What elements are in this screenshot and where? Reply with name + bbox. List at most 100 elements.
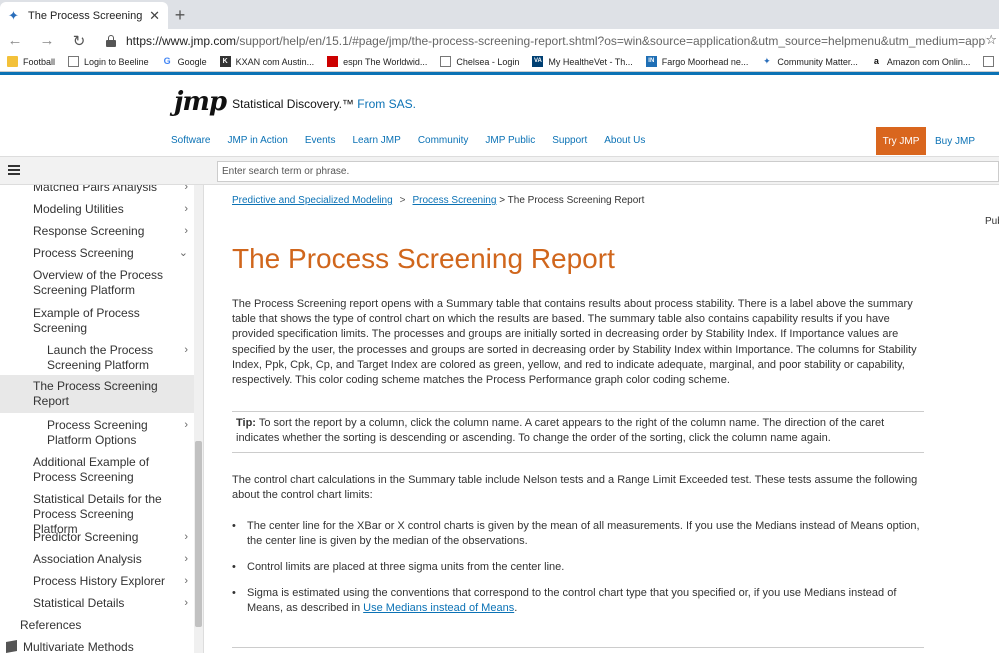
use-medians-link[interactable]: Use Medians instead of Means <box>363 602 514 614</box>
reload-icon[interactable]: ↻ <box>70 32 88 50</box>
intro-paragraph: The Process Screening report opens with … <box>232 298 917 387</box>
close-tab-icon[interactable]: ✕ <box>149 8 160 24</box>
tagline: Statistical Discovery.™ <box>232 97 354 111</box>
bookmark-item[interactable]: Chelsea - Login <box>440 56 519 67</box>
control-chart-paragraph: The control chart calculations in the Su… <box>232 474 918 502</box>
list-item: Control limits are placed at three sigma… <box>232 560 924 575</box>
bookmark-star-icon[interactable]: ☆ <box>985 32 997 48</box>
sidebar-item-label: Launch the Process Screening Platform <box>47 343 154 372</box>
tip-text: To sort the report by a column, click th… <box>236 417 885 445</box>
tab-title: The Process Screening Report <box>28 9 145 22</box>
breadcrumb-link-process-screening[interactable]: Process Screening <box>413 195 497 206</box>
nav-item[interactable]: Software <box>171 135 210 146</box>
main-nav: Software JMP in Action Events Learn JMP Comm… <box>171 135 662 146</box>
sidebar-item-label: Process History Explorer <box>33 574 166 588</box>
sidebar-item[interactable]: Additional Example of Process Screening <box>0 455 194 485</box>
bookmark-item[interactable]: a Amazon com Onlin... <box>871 56 971 67</box>
chevron-right-icon[interactable]: › <box>184 596 188 611</box>
amz-bookmark-icon: a <box>873 56 879 66</box>
sidebar-item-label: References <box>20 618 82 632</box>
nav-item[interactable]: Learn JMP <box>352 135 400 146</box>
bookmark-label: Chelsea - Login <box>456 56 520 67</box>
breadcrumb-current: > The Process Screening Report <box>499 195 645 206</box>
nav-item[interactable]: Support <box>552 135 587 146</box>
breadcrumb-link-predictive[interactable]: Predictive and Specialized Modeling <box>232 195 393 206</box>
sidebar-item[interactable]: The Process Screening Report <box>0 375 194 413</box>
divider <box>232 647 924 648</box>
espn-bookmark-icon <box>327 56 339 67</box>
sidebar-item[interactable]: Association Analysis › <box>0 552 194 567</box>
site-header: jmp Statistical Discovery.™ From SAS. So… <box>0 72 999 156</box>
buy-jmp-link[interactable]: Buy JMP <box>935 136 975 147</box>
sidebar-item[interactable]: References <box>0 618 194 633</box>
search-row <box>0 156 999 185</box>
bookmarks-bar: Football Login to Beeline G Google K KXAN com… <box>0 52 999 72</box>
sidebar-item-label: Multivariate Methods <box>23 640 134 653</box>
bookmark-item[interactable]: IN Fargo Moorhead ne... <box>645 56 748 67</box>
tip-label: Tip: <box>236 417 256 429</box>
chevron-right-icon[interactable]: › <box>184 224 188 239</box>
list-item: Sigma is estimated using the conventions… <box>232 586 924 616</box>
chevron-right-icon[interactable]: › <box>184 552 188 567</box>
chevron-right-icon[interactable]: › <box>184 418 188 433</box>
lock-icon[interactable] <box>106 34 116 47</box>
sidebar-item[interactable]: Launch the Process Screening Platform › <box>0 343 194 373</box>
nav-item[interactable]: JMP in Action <box>227 135 287 146</box>
browser-tab[interactable]: ✦ The Process Screening Report ✕ <box>0 2 168 29</box>
bookmark-label: Community Matter... <box>777 56 858 67</box>
jmp-favicon-icon: ✦ <box>8 7 19 23</box>
forward-arrow-icon[interactable]: → <box>38 32 56 49</box>
list-item: The center line for the XBar or X contro… <box>232 519 924 549</box>
try-jmp-button[interactable]: Try JMP <box>876 127 926 155</box>
sidebar-item-label: Statistical Details for the Process Scre… <box>33 492 162 536</box>
nav-item[interactable]: Community <box>418 135 469 146</box>
bookmark-item[interactable]: Visual Basic Tu <box>983 56 999 67</box>
sidebar-item-label: Example of Process Screening <box>33 306 140 335</box>
nav-item[interactable]: JMP Public <box>485 135 535 146</box>
jmp-bookmark-icon: ✦ <box>763 56 771 66</box>
sidebar-item-label: Modeling Utilities <box>33 202 124 216</box>
chevron-down-icon[interactable]: ⌄ <box>179 246 188 261</box>
breadcrumb: Predictive and Specialized Modeling > Proc… <box>232 195 645 206</box>
back-arrow-icon[interactable]: ← <box>6 32 24 49</box>
sidebar-item[interactable]: Overview of the Process Screening Platfo… <box>0 268 194 298</box>
sidebar-item[interactable]: Example of Process Screening <box>0 306 194 336</box>
sidebar-item[interactable]: Modeling Utilities › <box>0 202 194 217</box>
url-field[interactable]: https://www.jmp.com/support/help/en/15.1… <box>126 34 986 48</box>
hamburger-menu-icon[interactable] <box>8 165 20 175</box>
sidebar-item-label: The Process Screening Report <box>33 379 158 408</box>
sidebar-item[interactable]: Process Screening ⌄ <box>0 246 194 261</box>
side-label: Pub <box>985 216 999 227</box>
bookmark-item[interactable]: Football <box>7 56 55 67</box>
sidebar-item[interactable]: Response Screening › <box>0 224 194 239</box>
inf-bookmark-icon: IN <box>645 56 657 67</box>
sidebar-item[interactable]: Statistical Details for the Process Scre… <box>0 492 194 537</box>
bookmark-label: Login to Beeline <box>84 56 149 67</box>
bookmark-label: My HealtheVet - Th... <box>548 56 633 67</box>
chevron-right-icon[interactable]: › <box>184 202 188 217</box>
bookmark-item[interactable]: Login to Beeline <box>68 56 149 67</box>
nav-item[interactable]: About Us <box>604 135 645 146</box>
chevron-right-icon[interactable]: › <box>184 343 188 358</box>
bookmark-label: espn The Worldwid... <box>343 56 428 67</box>
jmp-logo[interactable]: jmp Statistical Discovery.™ From SAS. <box>174 89 416 115</box>
nav-item[interactable]: Events <box>305 135 336 146</box>
chevron-right-icon[interactable]: › <box>184 574 188 589</box>
bookmark-item[interactable]: G Google <box>162 56 207 67</box>
search-input[interactable] <box>217 161 999 182</box>
new-tab-icon[interactable]: + <box>172 5 188 25</box>
sidebar-item[interactable]: Process Screening Platform Options › <box>0 418 194 448</box>
bookmark-item[interactable]: espn The Worldwid... <box>327 56 427 67</box>
sidebar-item[interactable]: Multivariate Methods <box>0 640 194 653</box>
bookmark-item[interactable]: ✦ Community Matter... <box>761 56 858 67</box>
bookmark-label: Football <box>23 56 56 67</box>
sidebar-item-label: Statistical Details <box>33 596 125 610</box>
sidebar-item[interactable]: Statistical Details › <box>0 596 194 611</box>
chevron-right-icon[interactable]: › <box>184 185 188 195</box>
sidebar-item[interactable]: Process History Explorer › <box>0 574 194 589</box>
sidebar-scrollbar[interactable] <box>194 185 203 653</box>
bookmark-item[interactable]: VA My HealtheVet - Th... <box>532 56 633 67</box>
sidebar-item[interactable]: Matched Pairs Analysis › <box>0 185 194 195</box>
sidebar-scroll-thumb[interactable] <box>195 441 202 627</box>
bookmark-item[interactable]: K KXAN com Austin... <box>219 56 314 67</box>
